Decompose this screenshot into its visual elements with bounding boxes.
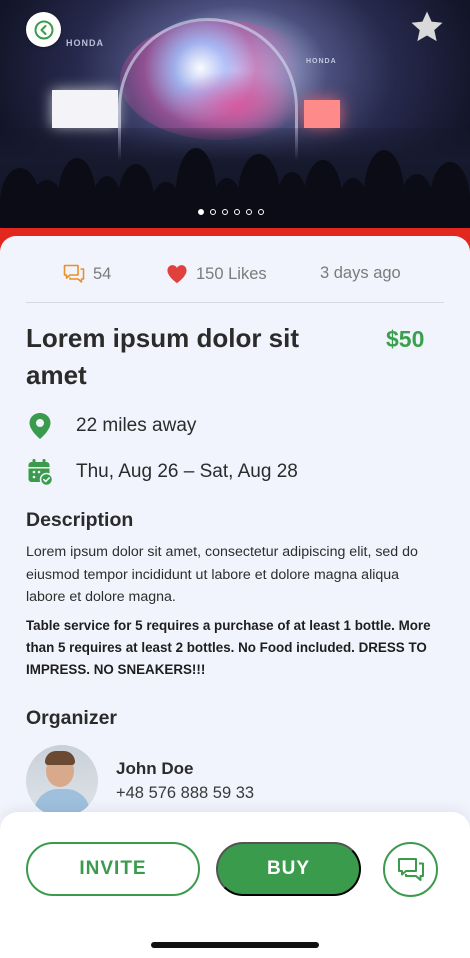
- posted-time-text: 3 days ago: [320, 264, 401, 282]
- sponsor-banner-right: HONDA: [306, 58, 337, 65]
- invite-button[interactable]: INVITE: [26, 842, 200, 896]
- posted-time: 3 days ago: [320, 264, 401, 283]
- carousel-dot[interactable]: [234, 209, 240, 215]
- distance-text: 22 miles away: [76, 415, 197, 436]
- event-title: Lorem ipsum dolor sit amet: [26, 323, 300, 390]
- carousel-dot[interactable]: [210, 209, 216, 215]
- likes-stat[interactable]: 150 Likes: [166, 264, 267, 284]
- organizer-avatar[interactable]: [26, 745, 98, 817]
- organizer-heading: Organizer: [26, 707, 118, 729]
- organizer-name[interactable]: John Doe: [116, 759, 193, 779]
- likes-count: 150 Likes: [196, 264, 267, 283]
- carousel-dot[interactable]: [198, 209, 204, 215]
- star-icon: [411, 11, 443, 42]
- divider: [26, 302, 444, 303]
- calendar-check-icon: [26, 458, 54, 486]
- carousel-dot[interactable]: [246, 209, 252, 215]
- carousel-dot[interactable]: [222, 209, 228, 215]
- chat-button[interactable]: [383, 842, 438, 897]
- event-hero-image[interactable]: HONDA HONDA: [0, 0, 470, 236]
- description-heading: Description: [26, 509, 134, 531]
- location-row[interactable]: 22 miles away: [26, 412, 196, 440]
- carousel-dot[interactable]: [258, 209, 264, 215]
- stats-bar: 54 150 Likes 3 days ago: [0, 264, 470, 284]
- favorite-button[interactable]: [408, 8, 446, 46]
- comments-count: 54: [93, 264, 112, 283]
- date-row[interactable]: Thu, Aug 26 – Sat, Aug 28: [26, 458, 298, 486]
- home-indicator[interactable]: [151, 942, 319, 948]
- comments-stat[interactable]: 54: [63, 264, 111, 284]
- stage-screen-right: [304, 100, 340, 128]
- chat-icon: [397, 857, 424, 881]
- sponsor-banner-left: HONDA: [66, 38, 104, 48]
- map-pin-icon: [26, 412, 54, 440]
- description-text: Lorem ipsum dolor sit amet, consectetur …: [26, 544, 418, 605]
- carousel-indicator[interactable]: [198, 209, 264, 215]
- stage-screen-left: [52, 90, 118, 128]
- event-price: $50: [386, 326, 425, 352]
- organizer-phone[interactable]: +48 576 888 59 33: [116, 784, 254, 803]
- dates-text: Thu, Aug 26 – Sat, Aug 28: [76, 461, 298, 482]
- crowd: [0, 128, 470, 236]
- chevron-left-icon: [34, 20, 53, 39]
- back-button[interactable]: [26, 12, 61, 47]
- comment-icon: [63, 264, 85, 283]
- heart-icon: [167, 265, 187, 284]
- rules-text: Table service for 5 requires a purchase …: [26, 618, 431, 677]
- buy-button[interactable]: BUY: [216, 842, 361, 896]
